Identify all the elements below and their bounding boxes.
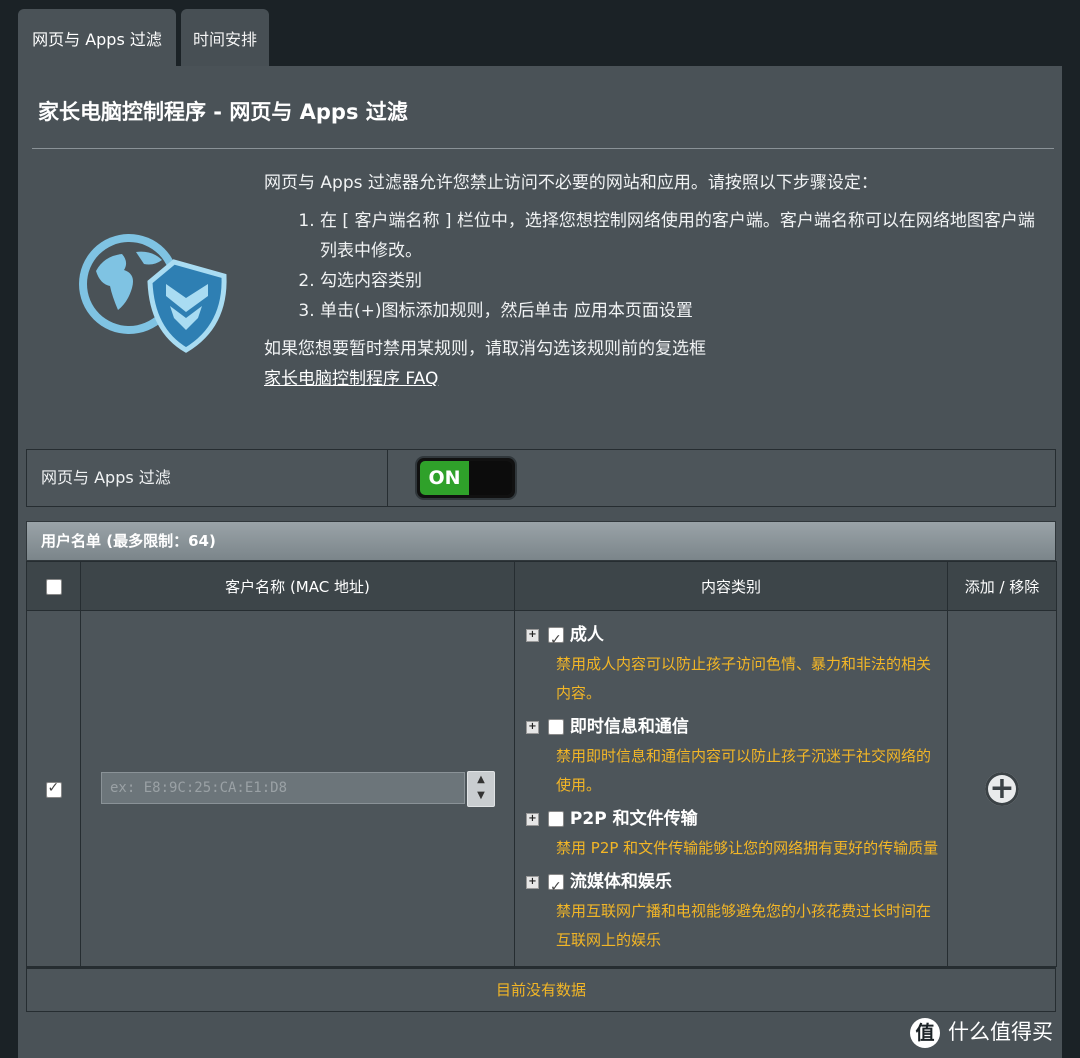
page-title: 家长电脑控制程序 - 网页与 Apps 过滤 <box>38 100 408 124</box>
row-enable-cell <box>26 610 81 967</box>
empty-state-text: 目前没有数据 <box>26 967 1056 1012</box>
disable-hint: 如果您想要暂时禁用某规则，请取消勾选该规则前的复选框 <box>264 339 706 359</box>
watermark-text: 什么值得买 <box>948 1020 1053 1044</box>
client-dropdown-arrows-icon[interactable]: ▲ ▼ <box>467 770 495 807</box>
column-header-client: 客户名称 (MAC 地址) <box>80 561 515 611</box>
select-all-cell <box>26 561 81 611</box>
column-header-add-remove: 添加 / 移除 <box>947 561 1057 611</box>
tab-schedule[interactable]: 时间安排 <box>181 9 269 67</box>
switch-knob <box>469 461 512 495</box>
category-label: P2P 和文件传输 <box>569 809 698 829</box>
category-checkbox-im[interactable] <box>548 719 564 735</box>
category-description: 禁用成人内容可以防止孩子访问色情、暴力和非法的相关内容。 <box>556 655 932 702</box>
watermark-logo-icon: 值 <box>910 1018 940 1048</box>
mac-address-combobox: ▲▼ <box>101 770 495 807</box>
category-description: 禁用即时信息和通信内容可以防止孩子沉迷于社交网络的使用。 <box>556 747 932 794</box>
category-cell: + 成人 禁用成人内容可以防止孩子访问色情、暴力和非法的相关内容。 + 即时信息… <box>514 610 948 967</box>
site-watermark: 值什么值得买 <box>910 1012 1070 1052</box>
title-divider <box>32 148 1054 149</box>
switch-on-label: ON <box>420 461 469 495</box>
add-remove-cell: + <box>947 610 1057 967</box>
category-description: 禁用互联网广播和电视能够避免您的小孩花费过长时间在互联网上的娱乐 <box>556 902 932 949</box>
table-header-row: 客户名称 (MAC 地址) 内容类别 添加 / 移除 <box>26 561 1057 611</box>
category-item-streaming: + 流媒体和娱乐 禁用互联网广播和电视能够避免您的小孩花费过长时间在互联网上的娱… <box>526 867 946 955</box>
column-header-category: 内容类别 <box>514 561 948 611</box>
column-divider <box>387 450 388 506</box>
expand-icon[interactable]: + <box>526 812 539 826</box>
category-checkbox-streaming[interactable] <box>548 872 564 902</box>
row-enable-checkbox[interactable] <box>45 780 62 798</box>
select-all-checkbox[interactable] <box>45 578 62 595</box>
category-item-im: + 即时信息和通信 禁用即时信息和通信内容可以防止孩子沉迷于社交网络的使用。 <box>526 712 946 800</box>
expand-icon[interactable]: + <box>526 628 539 642</box>
filter-toggle-label: 网页与 Apps 过滤 <box>41 468 171 487</box>
step-item: 勾选内容类别 <box>320 266 1044 296</box>
intro-description: 网页与 Apps 过滤器允许您禁止访问不必要的网站和应用。请按照以下步骤设定： <box>264 173 878 193</box>
globe-shield-icon <box>79 234 227 353</box>
category-label: 成人 <box>569 625 604 645</box>
step-item: 单击(+)图标添加规则，然后单击 应用本页面设置 <box>320 296 1044 326</box>
category-checkbox-adult[interactable] <box>548 625 564 655</box>
intro-text-block: 网页与 Apps 过滤器允许您禁止访问不必要的网站和应用。请按照以下步骤设定： … <box>264 168 1044 394</box>
step-item: 在 [ 客户端名称 ] 栏位中，选择您想控制网络使用的客户端。客户端名称可以在网… <box>320 206 1044 266</box>
expand-icon[interactable]: + <box>526 875 539 889</box>
category-item-p2p: + P2P 和文件传输 禁用 P2P 和文件传输能够让您的网络拥有更好的传输质量 <box>526 804 946 863</box>
faq-link[interactable]: 家长电脑控制程序 FAQ <box>264 369 438 389</box>
table-row: ▲▼ + 成人 禁用成人内容可以防止孩子访问色情、暴力和非法的相关内容。 <box>26 610 1057 967</box>
category-description: 禁用 P2P 和文件传输能够让您的网络拥有更好的传输质量 <box>556 839 939 857</box>
user-list-header: 用户名单 (最多限制：64) <box>26 521 1056 561</box>
client-cell: ▲▼ <box>80 610 515 967</box>
filter-on-off-switch[interactable]: ON <box>417 458 515 498</box>
expand-icon[interactable]: + <box>526 720 539 734</box>
tab-web-apps-filter[interactable]: 网页与 Apps 过滤 <box>18 9 176 67</box>
filter-toggle-row: 网页与 Apps 过滤 ON <box>26 449 1056 507</box>
user-list: 用户名单 (最多限制：64) 客户名称 (MAC 地址) 内容类别 添加 / 移… <box>26 521 1057 1012</box>
main-panel: 家长电脑控制程序 - 网页与 Apps 过滤 网页与 Apps 过滤器允许您禁止… <box>18 66 1062 1058</box>
category-label: 即时信息和通信 <box>569 717 689 737</box>
category-item-adult: + 成人 禁用成人内容可以防止孩子访问色情、暴力和非法的相关内容。 <box>526 620 946 708</box>
user-list-table: 客户名称 (MAC 地址) 内容类别 添加 / 移除 ▲▼ <box>26 561 1057 967</box>
category-checkbox-p2p[interactable] <box>548 811 564 827</box>
mac-address-input[interactable] <box>101 771 465 804</box>
category-label: 流媒体和娱乐 <box>569 872 672 892</box>
steps-list: 在 [ 客户端名称 ] 栏位中，选择您想控制网络使用的客户端。客户端名称可以在网… <box>264 206 1044 326</box>
add-rule-button[interactable]: + <box>985 771 1019 806</box>
